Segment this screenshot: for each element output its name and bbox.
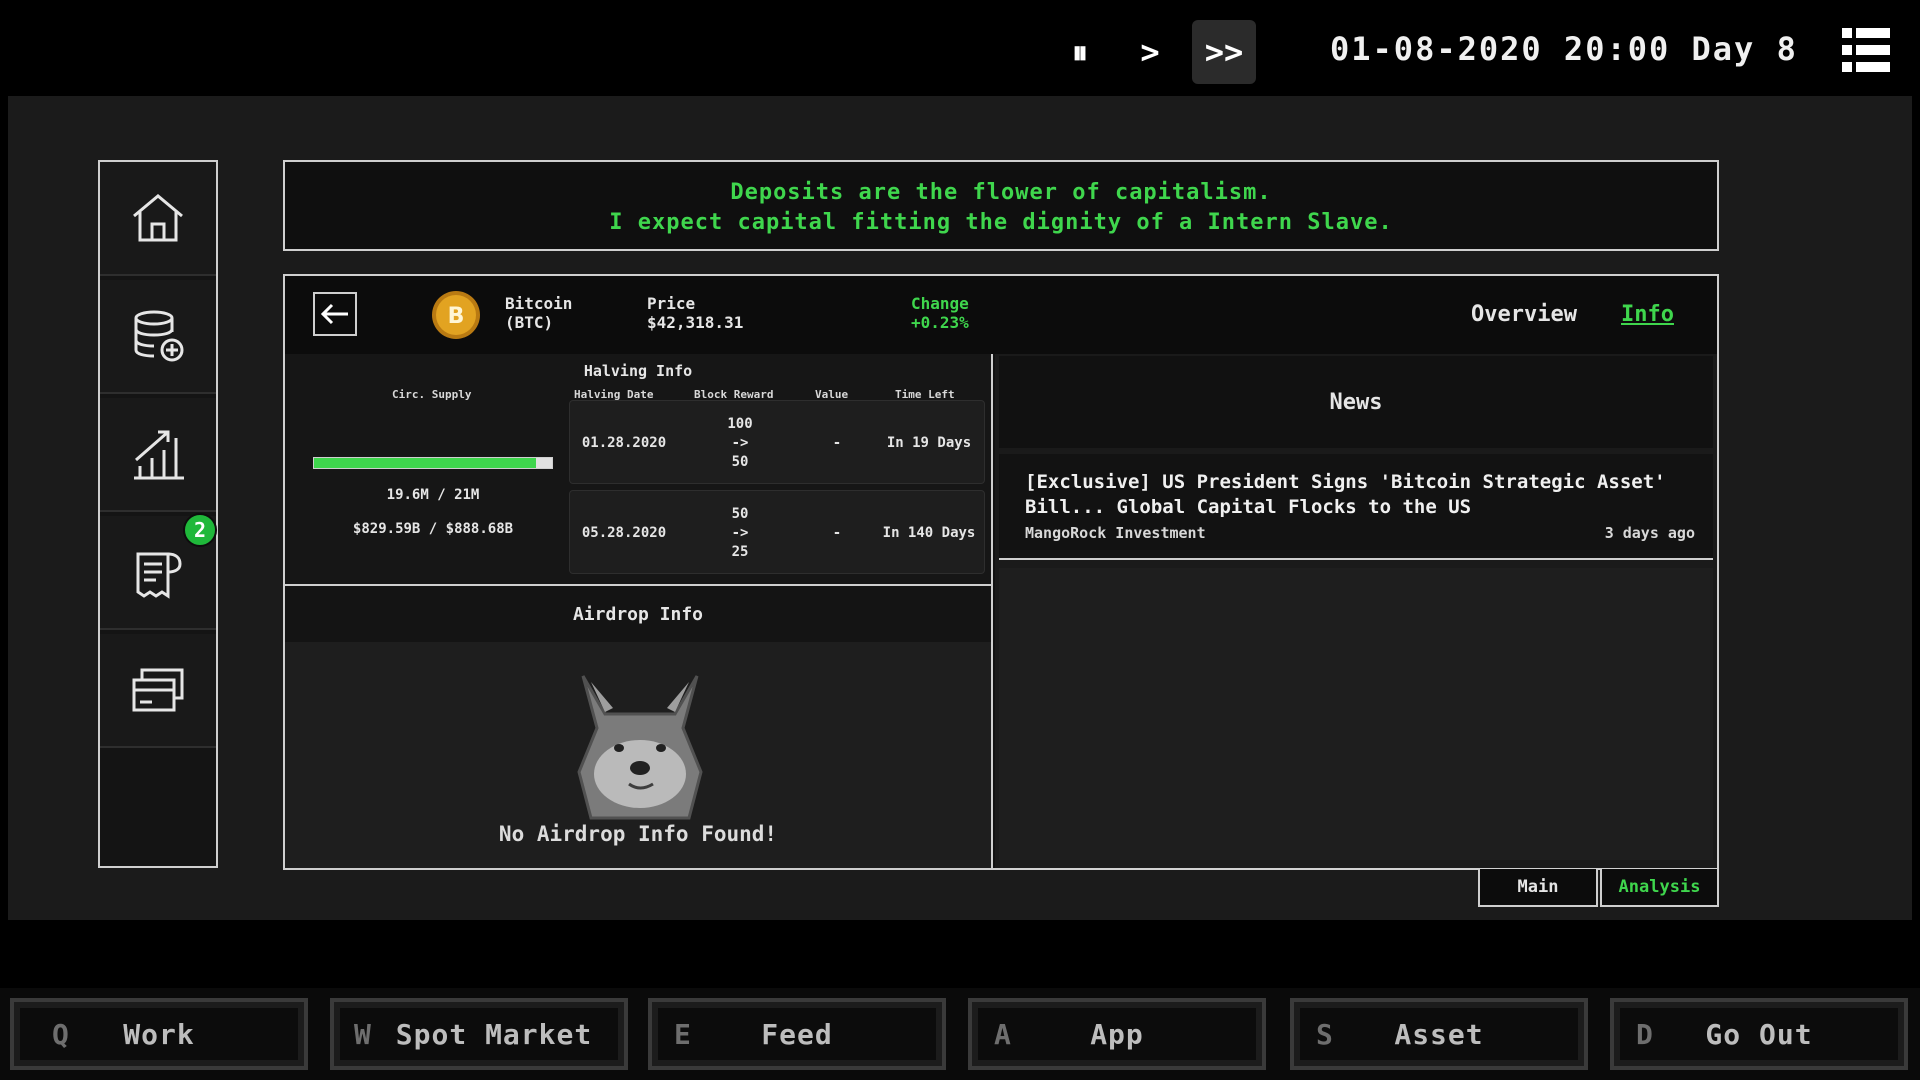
sidebar-item-cards[interactable]: [100, 634, 216, 748]
quote-banner: Deposits are the flower of capitalism. I…: [283, 160, 1719, 251]
coin-ticker: (BTC): [505, 313, 554, 332]
news-section: News [Exclusive] US President Signs 'Bit…: [995, 354, 1717, 868]
menu-list-button[interactable]: [1842, 28, 1890, 72]
block-reward: 50 -> 25: [678, 491, 802, 575]
time-left: In 140 Days: [882, 524, 976, 541]
header-circ-supply: Circ. Supply: [392, 388, 472, 401]
reward-to: 25: [731, 543, 749, 560]
news-item[interactable]: [Exclusive] US President Signs 'Bitcoin …: [999, 454, 1713, 560]
top-bar: ⏸ > >> 01-08-2020 20:00 Day 8: [0, 0, 1920, 96]
sidebar-item-home[interactable]: [100, 162, 216, 276]
coin-name-text: Bitcoin: [505, 294, 573, 313]
market-cap-text: $829.59B / $888.68B: [352, 521, 514, 537]
time-left: In 19 Days: [886, 434, 972, 451]
halving-row: 05.28.2020 50 -> 25 - In 140 Days: [569, 490, 985, 574]
fast-forward-button[interactable]: >>: [1192, 20, 1256, 84]
block-reward: 100 -> 50: [678, 401, 802, 485]
reward-to: 50: [731, 453, 749, 470]
hotkey-label: Asset: [1394, 1018, 1484, 1051]
change-label: Change: [911, 294, 969, 313]
halving-value: -: [832, 434, 842, 451]
halving-info-section: Halving Info Circ. Supply Halving Date B…: [285, 354, 993, 586]
coin-header: B Bitcoin (BTC) Price $42,318.31 Change …: [285, 276, 1717, 354]
doge-mascot-icon: [577, 675, 703, 820]
home-icon: [133, 194, 183, 242]
notification-badge: 2: [183, 513, 217, 547]
hotkey-label: Work: [123, 1018, 195, 1051]
back-arrow-icon: [320, 303, 348, 325]
tab-analysis[interactable]: Analysis: [1600, 869, 1719, 907]
news-headline: [Exclusive] US President Signs 'Bitcoin …: [1025, 471, 1666, 518]
hotkey-label: Spot Market: [395, 1018, 593, 1051]
change-value: +0.23%: [911, 313, 969, 332]
quote-line-1: Deposits are the flower of capitalism.: [730, 180, 1272, 205]
halving-row: 01.28.2020 100 -> 50 - In 19 Days: [569, 400, 985, 484]
hotkey-label: Go Out: [1705, 1018, 1813, 1051]
play-button[interactable]: >: [1118, 20, 1182, 84]
halving-value: -: [832, 524, 842, 541]
back-button[interactable]: [313, 292, 357, 336]
hotkey-app-button[interactable]: A App: [968, 998, 1266, 1070]
menu-list-icon: [1842, 28, 1890, 72]
database-add-icon: [134, 310, 184, 362]
growth-chart-icon: [134, 430, 184, 480]
quote-line-2: I expect capital fitting the dignity of …: [609, 210, 1393, 235]
hotkey-spot-market-button[interactable]: W Spot Market: [330, 998, 628, 1070]
price-label: Price: [647, 294, 696, 313]
sidebar-item-chart[interactable]: [100, 398, 216, 512]
news-source: MangoRock Investment: [1025, 524, 1206, 542]
reward-arrow: ->: [731, 524, 749, 541]
news-title: News: [999, 356, 1713, 448]
news-empty-area: [999, 568, 1713, 860]
hotkey-bar: Q Work W Spot Market E Feed A App S Asse…: [0, 988, 1920, 1080]
hotkey-feed-button[interactable]: E Feed: [648, 998, 946, 1070]
no-airdrop-message: No Airdrop Info Found!: [498, 822, 778, 846]
news-time: 3 days ago: [1604, 524, 1695, 542]
hotkey-asset-button[interactable]: S Asset: [1290, 998, 1588, 1070]
halving-date: 01.28.2020: [581, 434, 667, 451]
coin-info-panel: B Bitcoin (BTC) Price $42,318.31 Change …: [283, 274, 1719, 870]
airdrop-title: Airdrop Info: [285, 586, 991, 642]
supply-progress-fill: [314, 458, 537, 468]
supply-progress-bar: [313, 457, 553, 469]
airdrop-info-section: Airdrop Info No Airdrop Info Found!: [285, 586, 993, 868]
coin-change: Change +0.23%: [911, 294, 969, 332]
halving-title: Halving Info: [583, 362, 693, 380]
bitcoin-coin-icon: B: [432, 291, 480, 339]
supply-text: 19.6M / 21M: [386, 487, 480, 503]
pause-button[interactable]: ⏸: [1048, 20, 1112, 84]
reward-from: 100: [727, 415, 753, 432]
hotkey-work-button[interactable]: Q Work: [10, 998, 308, 1070]
tab-overview[interactable]: Overview: [1471, 302, 1577, 327]
halving-date: 05.28.2020: [581, 524, 667, 541]
price-value: $42,318.31: [647, 313, 744, 332]
hotkey-label: Feed: [761, 1018, 833, 1051]
reward-from: 50: [731, 505, 749, 522]
receipt-icon: [136, 552, 182, 599]
tab-main[interactable]: Main: [1478, 869, 1598, 907]
svg-text:B: B: [448, 304, 465, 329]
coin-price: Price $42,318.31: [647, 294, 743, 332]
game-clock: 01-08-2020 20:00 Day 8: [1330, 30, 1798, 68]
reward-arrow: ->: [731, 434, 749, 451]
hotkey-go-out-button[interactable]: D Go Out: [1610, 998, 1908, 1070]
sidebar-item-database[interactable]: [100, 280, 216, 394]
hotkey-label: App: [1090, 1018, 1144, 1051]
tab-info[interactable]: Info: [1621, 302, 1674, 327]
coin-name: Bitcoin (BTC): [505, 294, 572, 332]
cards-icon: [132, 668, 184, 712]
